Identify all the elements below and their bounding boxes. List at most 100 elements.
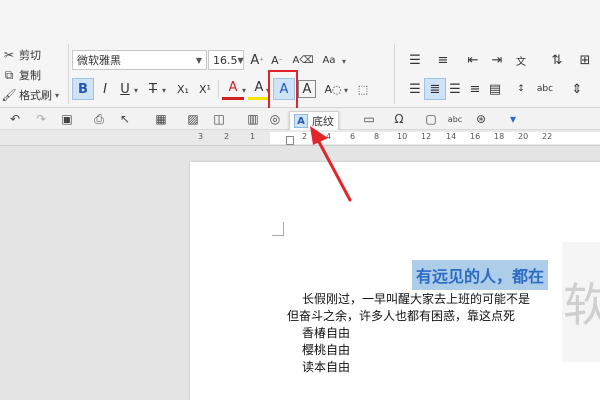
brush-icon: 🖌 [1,88,17,102]
print-icon[interactable]: ⎙ [90,110,108,128]
sort-icon[interactable]: ⇅ [546,49,568,71]
shading-tooltip: A 底纹 [289,111,339,131]
body-line[interactable]: 樱桃自由 [302,341,350,358]
ruler-number: 10 [397,132,408,141]
picture-icon[interactable]: ▨ [184,110,202,128]
font-settings-icon[interactable]: ⬚ [352,78,374,100]
indent-marker[interactable] [286,136,294,145]
ruler-number: 1 [250,132,256,141]
margin-corner-mark [272,222,284,236]
decrease-indent-icon[interactable]: ⇤ [462,49,484,71]
chinese-layout-icon[interactable]: 文 [510,49,532,71]
underline-button[interactable]: U [114,78,136,100]
body-line[interactable]: 长假刚过，一早叫醒大家去上班的可能不是 [302,290,530,307]
bold-glyph: B [78,81,88,97]
ruler-number: 2 [224,132,230,141]
horizontal-ruler[interactable]: 3 2 1 2 4 6 8 10 12 14 16 18 20 22 [0,130,600,146]
cut-label: 剪切 [19,49,41,62]
chevron-down-icon: ▾ [342,57,347,66]
spellcheck-icon[interactable]: abc [446,110,464,128]
grow-font-glyph: A [250,52,260,68]
bold-button[interactable]: B [72,78,94,100]
chevron-down-icon: ▾ [134,86,139,95]
screenshot-icon[interactable]: ◫ [210,110,228,128]
shrink-font-button[interactable]: A ⁻ [266,49,288,71]
format-painter-label: 格式刷 [19,89,52,102]
shading-callout-box [268,70,298,110]
body-line[interactable]: 但奋斗之余，许多人也都有困惑，靠这点死 [287,307,515,324]
italic-glyph: I [103,81,107,97]
body-line[interactable]: 香椿自由 [302,324,350,341]
ruler-number: 4 [326,132,332,141]
align-right-icon[interactable]: ☰ [444,78,466,100]
copy-button[interactable]: ⧉ 复制 [2,66,41,84]
strikethrough-glyph: T [149,81,157,97]
document-heading[interactable]: 有远见的人，都在 [412,260,549,290]
justify-icon[interactable]: ≡ [464,78,486,100]
chevron-down-icon: ▼ [195,55,202,65]
ruler-number: 16 [470,132,481,141]
change-case-icon[interactable]: Aa [318,49,340,71]
document-canvas: 有远见的人，都在 软 长假刚过，一早叫醒大家去上班的可能不是 但奋斗之余，许多人… [0,146,600,400]
grow-font-button[interactable]: A ⁺ [246,49,268,71]
chevron-down-icon: ▾ [242,86,247,95]
body-line[interactable]: 读本自由 [302,358,350,375]
clipboard-group: ✂ 剪切 ⧉ 复制 🖌 格式刷 ▾ [0,42,66,106]
save-icon[interactable]: ▣ [58,110,76,128]
ruler-number: 2 [302,132,308,141]
chevron-down-icon: ▼ [237,55,244,65]
distributed-icon[interactable]: ▤ [484,78,506,100]
char-border-button[interactable]: A [298,80,316,98]
document-page[interactable]: 有远见的人，都在 软 长假刚过，一早叫醒大家去上班的可能不是 但奋斗之余，许多人… [190,162,600,400]
font-color-glyph: A [228,80,238,95]
numbered-list-icon[interactable]: ≡ [432,49,454,71]
align-center-icon[interactable]: ≣ [424,78,446,100]
select-icon[interactable]: ↖ [116,110,134,128]
link-icon[interactable]: ⊛ [472,110,490,128]
text-effect-icon[interactable]: A◌ [322,78,344,100]
underline-glyph: U [120,81,130,97]
spacing-icon[interactable]: abc [534,78,556,100]
separator [68,44,69,104]
format-painter-button[interactable]: 🖌 格式刷 ▾ [1,86,59,104]
increase-indent-icon[interactable]: ⇥ [486,49,508,71]
textbox-icon[interactable]: ▭ [360,110,378,128]
line-spacing-icon[interactable]: ↕ [510,78,532,100]
table-icon[interactable]: ▦ [152,110,170,128]
bullet-list-icon[interactable]: ☰ [404,49,426,71]
strikethrough-button[interactable]: T [142,78,164,100]
highlight-glyph: A [254,80,264,95]
shrink-font-glyph: A [271,53,279,67]
font-family-select[interactable]: 微软雅黑 ▼ [72,50,207,70]
ruler-number: 20 [518,132,529,141]
separator [218,80,219,98]
cut-button[interactable]: ✂ 剪切 [2,46,41,64]
font-size-value: 16.5 [213,53,238,67]
align-left-icon[interactable]: ☰ [404,78,426,100]
chart-icon[interactable]: ▥ [244,110,262,128]
symbol-icon[interactable]: Ω [390,110,408,128]
separator [394,44,395,104]
italic-button[interactable]: I [94,78,116,100]
subscript-button[interactable]: X₁ [172,78,194,100]
ruler-number: 3 [198,132,204,141]
font-size-select[interactable]: 16.5 ▼ [208,50,244,70]
note-icon[interactable]: ▢ [422,110,440,128]
font-color-button[interactable]: A [222,78,244,100]
clear-format-icon[interactable]: A⌫ [292,49,314,71]
shapes-icon[interactable]: ◎ [266,110,284,128]
copy-label: 复制 [19,69,41,82]
superscript-button[interactable]: X¹ [194,78,216,100]
redo-icon[interactable]: ↷ [32,110,50,128]
ribbon: ✂ 剪切 ⧉ 复制 🖌 格式刷 ▾ 微软雅黑 ▼ 16.5 ▼ A ⁺ A ⁻ A⌫… [0,0,600,108]
scissors-icon: ✂ [3,48,15,62]
font-family-value: 微软雅黑 [77,54,121,67]
paragraph-spacing-icon[interactable]: ⇕ [566,78,588,100]
chevron-down-icon: ▾ [162,86,167,95]
customize-icon[interactable]: ▾ [504,110,522,128]
ribbon-top-area [0,0,600,40]
ruler-number: 14 [446,132,457,141]
copy-icon: ⧉ [4,67,14,82]
undo-icon[interactable]: ↶ [6,110,24,128]
show-marks-icon[interactable]: ⊞ [574,49,596,71]
